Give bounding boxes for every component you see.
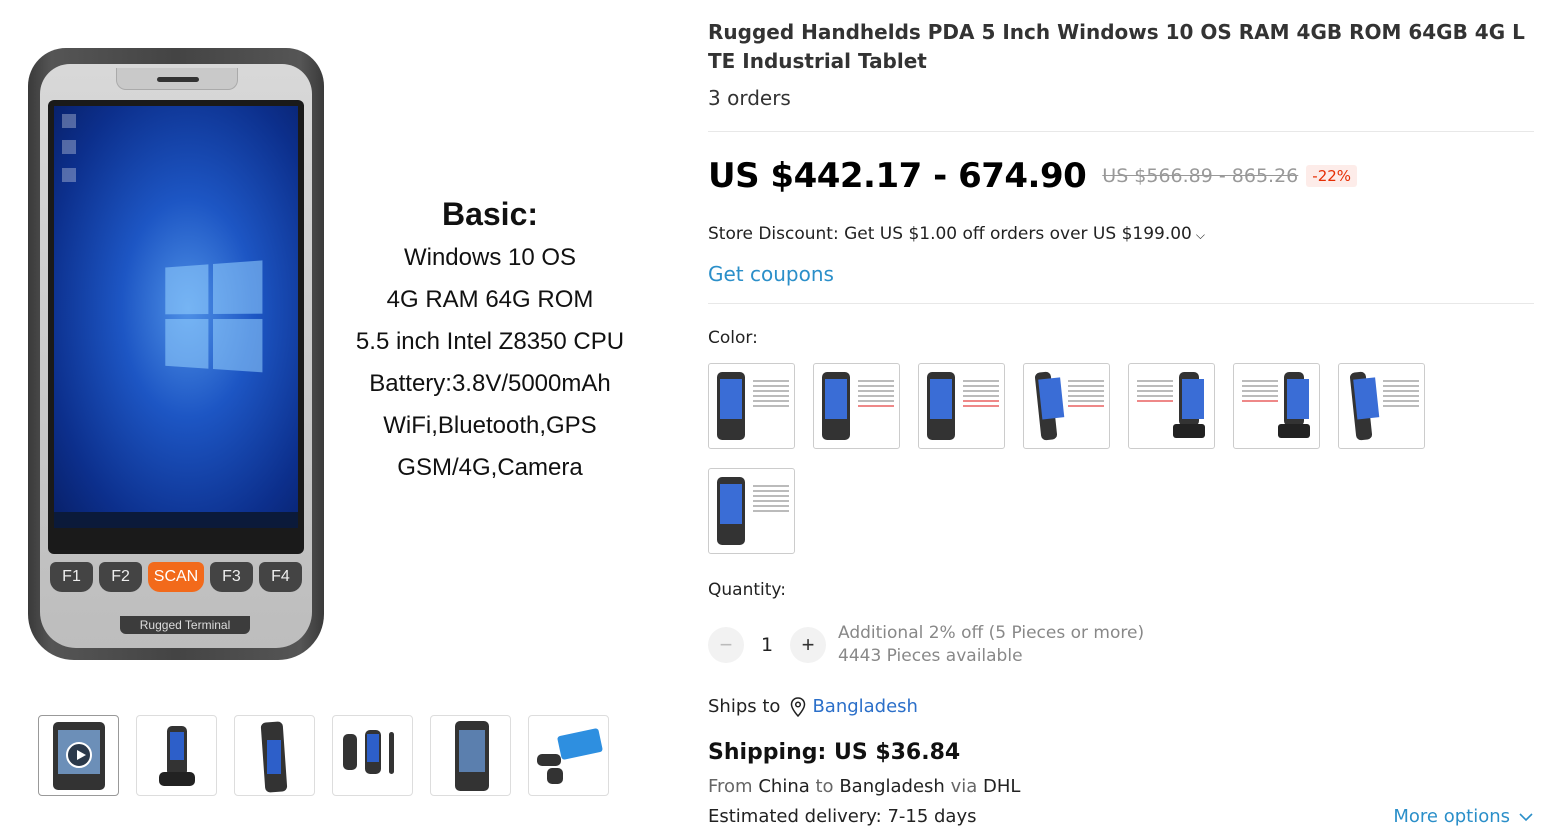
- shipping-cost: Shipping: US $36.84: [708, 740, 961, 765]
- color-options: [708, 363, 1448, 554]
- brand-plate: Rugged Terminal: [120, 616, 250, 634]
- quantity-stepper: − 1 + Additional 2% off (5 Pieces or mor…: [708, 622, 1144, 668]
- quantity-notes: Additional 2% off (5 Pieces or more) 444…: [838, 622, 1144, 668]
- increment-button[interactable]: +: [790, 627, 826, 663]
- thumb-side[interactable]: [234, 715, 315, 796]
- stock-available: 4443 Pieces available: [838, 646, 1023, 666]
- location-pin-icon: [791, 696, 806, 717]
- bulk-discount-note: Additional 2% off (5 Pieces or more): [838, 623, 1145, 643]
- divider: [708, 303, 1534, 304]
- device-keys: F1 F2 SCAN F3 F4: [50, 562, 302, 596]
- route-to: to: [815, 776, 834, 797]
- current-price: US $442.17 - 674.90: [708, 156, 1087, 196]
- thumb-views[interactable]: [332, 715, 413, 796]
- ship-country-link[interactable]: Bangladesh: [812, 696, 918, 717]
- spec-overlay: Basic: Windows 10 OS 4G RAM 64G ROM 5.5 …: [330, 196, 650, 489]
- key-f1: F1: [50, 562, 94, 592]
- color-option[interactable]: [1128, 363, 1215, 449]
- eta-value: 7-15 days: [887, 806, 977, 827]
- store-discount[interactable]: Store Discount: Get US $1.00 off orders …: [708, 224, 1205, 244]
- shipping-route: From China to Bangladesh via DHL: [708, 776, 1020, 797]
- discount-badge: -22%: [1306, 165, 1358, 187]
- spec-line: 4G RAM 64G ROM: [386, 286, 594, 313]
- color-option[interactable]: [1023, 363, 1110, 449]
- chevron-down-icon: [1519, 812, 1533, 821]
- spec-line: GSM/4G,Camera: [397, 454, 583, 481]
- quantity-input[interactable]: 1: [744, 634, 790, 656]
- price-block: US $442.17 - 674.90 US $566.89 - 865.26 …: [708, 156, 1358, 196]
- spec-line: 5.5 inch Intel Z8350 CPU: [355, 328, 625, 355]
- color-option[interactable]: [708, 363, 795, 449]
- route-destination: Bangladesh: [839, 776, 945, 797]
- ships-to-row: Ships to Bangladesh: [708, 696, 918, 717]
- key-scan: SCAN: [148, 562, 204, 592]
- store-discount-text: Store Discount: Get US $1.00 off orders …: [708, 224, 1192, 244]
- color-label: Color:: [708, 328, 758, 348]
- spec-line: WiFi,Bluetooth,GPS: [383, 412, 597, 439]
- route-origin: China: [758, 776, 810, 797]
- windows-logo-icon: [165, 260, 267, 378]
- device-illustration: F1 F2 SCAN F3 F4 Rugged Terminal: [28, 48, 324, 660]
- color-option[interactable]: [1233, 363, 1320, 449]
- thumb-video[interactable]: [38, 715, 119, 796]
- play-icon[interactable]: [66, 742, 92, 768]
- color-option[interactable]: [918, 363, 1005, 449]
- key-f4: F4: [258, 562, 302, 592]
- spec-line: Windows 10 OS: [403, 244, 577, 271]
- get-coupons-link[interactable]: Get coupons: [708, 262, 834, 286]
- eta-label: Estimated delivery:: [708, 806, 882, 827]
- order-count: 3 orders: [708, 86, 791, 110]
- key-f2: F2: [99, 562, 143, 592]
- spec-heading: Basic:: [441, 196, 539, 232]
- original-price: US $566.89 - 865.26: [1102, 165, 1299, 187]
- chevron-down-icon: ⌵: [1195, 228, 1205, 242]
- color-option[interactable]: [708, 468, 795, 554]
- thumb-cradle[interactable]: [136, 715, 217, 796]
- color-option[interactable]: [813, 363, 900, 449]
- thumb-front[interactable]: [430, 715, 511, 796]
- ships-to-label: Ships to: [708, 696, 781, 717]
- estimated-delivery: Estimated delivery: 7-15 days: [708, 806, 977, 827]
- more-options-link[interactable]: More options: [1393, 806, 1534, 827]
- device-screen: [54, 106, 298, 528]
- more-options-label: More options: [1393, 806, 1510, 827]
- divider: [708, 131, 1534, 132]
- key-f3: F3: [209, 562, 253, 592]
- quantity-label: Quantity:: [708, 580, 786, 600]
- product-title: Rugged Handhelds PDA 5 Inch Windows 10 O…: [708, 20, 1525, 73]
- color-option[interactable]: [1338, 363, 1425, 449]
- spec-line: Battery:3.8V/5000mAh: [369, 370, 611, 397]
- thumbnail-strip: [38, 715, 609, 796]
- route-via: via: [950, 776, 978, 797]
- main-product-image[interactable]: F1 F2 SCAN F3 F4 Rugged Terminal Basic: …: [10, 30, 680, 680]
- thumb-accessories[interactable]: [528, 715, 609, 796]
- route-carrier: DHL: [983, 776, 1021, 797]
- decrement-button[interactable]: −: [708, 627, 744, 663]
- route-from: From: [708, 776, 753, 797]
